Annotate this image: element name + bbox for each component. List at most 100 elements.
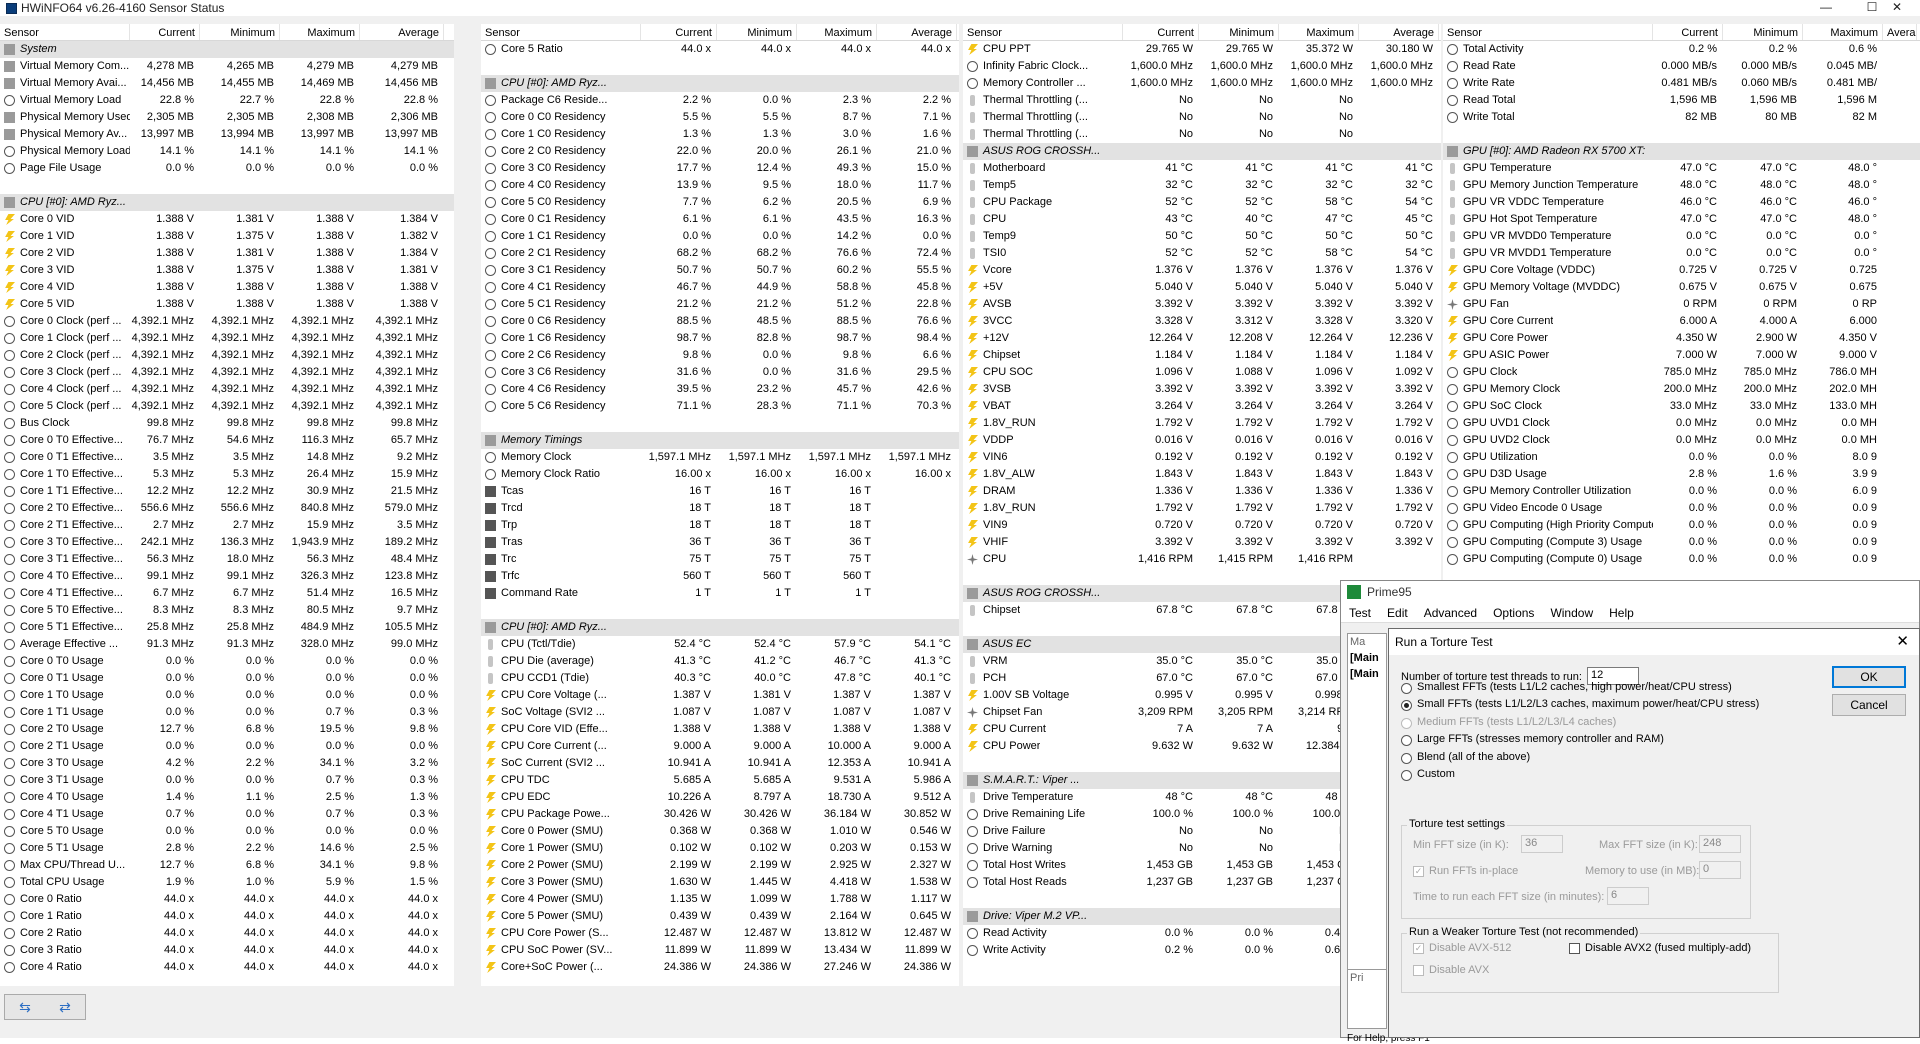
sensor-row[interactable]: Motherboard 41 °C 41 °C 41 °C 41 °C (963, 160, 1441, 177)
avx512-checkbox[interactable]: ✓ (1413, 943, 1424, 954)
sensor-row[interactable]: Core 4 T0 Effective... 99.1 MHz 99.1 MHz 32… (0, 568, 454, 585)
column-header-maximum[interactable]: Maximum (280, 24, 360, 40)
sensor-group-header[interactable]: ASUS ROG CROSSH... (963, 143, 1441, 160)
column-header-average[interactable]: Average (1883, 24, 1917, 40)
sensor-row[interactable]: Core 0 Ratio 44.0 x 44.0 x 44.0 x 44.0 x (0, 891, 454, 908)
inplace-checkbox[interactable]: ✓ (1413, 866, 1424, 877)
sensor-row[interactable]: Core 3 T0 Usage 4.2 % 2.2 % 34.1 % 3.2 % (0, 755, 454, 772)
sensor-row[interactable]: Trcd 18 T 18 T 18 T (481, 500, 959, 517)
worker-window-main[interactable]: Ma [Main [Main (1347, 633, 1387, 1023)
fft-option-label[interactable]: Medium FFTs (tests L1/L2/L3/L4 caches) (1417, 716, 1616, 728)
sensor-row[interactable]: Virtual Memory Avai... 14,456 MB 14,455 MB… (0, 75, 454, 92)
sensor-row[interactable]: Core 5 VID 1.388 V 1.388 V 1.388 V 1.388 V (0, 296, 454, 313)
sensor-row[interactable]: GPU Hot Spot Temperature 47.0 °C 47.0 °C 48… (1443, 211, 1920, 228)
sensor-row[interactable]: AVSB 3.392 V 3.392 V 3.392 V 3.392 V (963, 296, 1441, 313)
fft-option-label[interactable]: Smallest FFTs (tests L1/L2 caches, high … (1417, 681, 1732, 693)
sensor-row[interactable]: Core 0 C0 Residency 5.5 % 5.5 % 8.7 % 7.1 % (481, 109, 959, 126)
sensor-row[interactable]: Core 3 Power (SMU) 1.630 W 1.445 W 4.418 W 1… (481, 874, 959, 891)
ok-button[interactable]: OK (1832, 666, 1906, 688)
sensor-row[interactable]: Core 1 C6 Residency 98.7 % 82.8 % 98.7 % 98.… (481, 330, 959, 347)
column-header-current[interactable]: Current (130, 24, 200, 40)
sensor-row[interactable]: Core 2 Ratio 44.0 x 44.0 x 44.0 x 44.0 x (0, 925, 454, 942)
sensor-row[interactable]: Core 3 Clock (perf ... 4,392.1 MHz 4,392.1… (0, 364, 454, 381)
sensor-row[interactable]: VBAT 3.264 V 3.264 V 3.264 V 3.264 V (963, 398, 1441, 415)
menu-window[interactable]: Window (1542, 606, 1601, 620)
sensor-row[interactable]: Core 3 C6 Residency 31.6 % 0.0 % 31.6 % 29.5… (481, 364, 959, 381)
sensor-row[interactable]: Core 2 T1 Effective... 2.7 MHz 2.7 MHz 15.9… (0, 517, 454, 534)
sensor-row[interactable]: Core 1 C0 Residency 1.3 % 1.3 % 3.0 % 1.6 % (481, 126, 959, 143)
column-header-average[interactable]: Average (360, 24, 444, 40)
sensor-row[interactable]: Core 4 T1 Effective... 6.7 MHz 6.7 MHz 51.4… (0, 585, 454, 602)
sensor-row[interactable]: Core 2 T1 Usage 0.0 % 0.0 % 0.0 % 0.0 % (0, 738, 454, 755)
dialog-close-icon[interactable]: ✕ (1896, 632, 1909, 650)
sensor-row[interactable]: GPU Computing (Compute 0) Usage 0.0 % 0.0 … (1443, 551, 1920, 568)
nav-buttons[interactable]: ⇆ ⇄ (4, 994, 86, 1020)
column-header-minimum[interactable]: Minimum (1199, 24, 1279, 40)
sensor-row[interactable]: CPU Package 52 °C 52 °C 58 °C 54 °C (963, 194, 1441, 211)
close-button[interactable]: ✕ (1874, 0, 1920, 16)
menu-options[interactable]: Options (1485, 606, 1542, 620)
sensor-row[interactable]: GPU VR VDDC Temperature 46.0 °C 46.0 °C 46.… (1443, 194, 1920, 211)
sensor-row[interactable]: Write Rate 0.481 MB/s 0.060 MB/s 0.481 MB/ (1443, 75, 1920, 92)
column-header-sensor[interactable]: Sensor (481, 24, 641, 40)
max-fft-input[interactable]: 248 (1699, 835, 1741, 853)
sensor-row[interactable]: +5V 5.040 V 5.040 V 5.040 V 5.040 V (963, 279, 1441, 296)
column-header-minimum[interactable]: Minimum (717, 24, 797, 40)
sensor-row[interactable]: Trc 75 T 75 T 75 T (481, 551, 959, 568)
column-header-average[interactable]: Average (1359, 24, 1439, 40)
sensor-row[interactable]: Core 5 Clock (perf ... 4,392.1 MHz 4,392.1… (0, 398, 454, 415)
sensor-row[interactable]: Core 4 C1 Residency 46.7 % 44.9 % 58.8 % 45.… (481, 279, 959, 296)
sensor-row[interactable]: Core 3 C1 Residency 50.7 % 50.7 % 60.2 % 55.… (481, 262, 959, 279)
sensor-row[interactable]: Core 0 T1 Usage 0.0 % 0.0 % 0.0 % 0.0 % (0, 670, 454, 687)
sensor-row[interactable]: VHIF 3.392 V 3.392 V 3.392 V 3.392 V (963, 534, 1441, 551)
sensor-row[interactable]: Physical Memory Av... 13,997 MB 13,994 MB 1… (0, 126, 454, 143)
sensor-row[interactable]: GPU SoC Clock 33.0 MHz 33.0 MHz 133.0 MH (1443, 398, 1920, 415)
sensor-row[interactable]: Core 4 T1 Usage 0.7 % 0.0 % 0.7 % 0.3 % (0, 806, 454, 823)
sensor-row[interactable]: Virtual Memory Load 22.8 % 22.7 % 22.8 % 22.… (0, 92, 454, 109)
sensor-row[interactable]: GPU ASIC Power 7.000 W 7.000 W 9.000 V (1443, 347, 1920, 364)
column-header-sensor[interactable]: Sensor (0, 24, 130, 40)
sensor-row[interactable]: Core 5 T0 Effective... 8.3 MHz 8.3 MHz 80.5… (0, 602, 454, 619)
sensor-row[interactable]: CPU (Tctl/Tdie) 52.4 °C 52.4 °C 57.9 °C 54.1… (481, 636, 959, 653)
sensor-row[interactable]: VIN9 0.720 V 0.720 V 0.720 V 0.720 V (963, 517, 1441, 534)
sensor-row[interactable]: Total CPU Usage 1.9 % 1.0 % 5.9 % 1.5 % (0, 874, 454, 891)
sensor-row[interactable]: GPU Utilization 0.0 % 0.0 % 8.0 9 (1443, 449, 1920, 466)
sensor-row[interactable]: Physical Memory Load 14.1 % 14.1 % 14.1 % 14… (0, 143, 454, 160)
fft-option-label[interactable]: Small FFTs (tests L1/L2/L3 caches, maxim… (1417, 698, 1759, 710)
sensor-row[interactable]: Core 1 Power (SMU) 0.102 W 0.102 W 0.203 W 0… (481, 840, 959, 857)
sensor-row[interactable]: Page File Usage 0.0 % 0.0 % 0.0 % 0.0 % (0, 160, 454, 177)
sensor-row[interactable]: Core 2 T0 Effective... 556.6 MHz 556.6 MHz… (0, 500, 454, 517)
sensor-row[interactable]: Core 0 VID 1.388 V 1.381 V 1.388 V 1.384 V (0, 211, 454, 228)
sensor-group-header[interactable]: CPU [#0]: AMD Ryz... (481, 75, 959, 92)
sensor-row[interactable]: Max CPU/Thread U... 12.7 % 6.8 % 34.1 % 9.8 … (0, 857, 454, 874)
sensor-row[interactable]: Core 5 C1 Residency 21.2 % 21.2 % 51.2 % 22.… (481, 296, 959, 313)
sensor-row[interactable]: Core 5 T1 Usage 2.8 % 2.2 % 14.6 % 2.5 % (0, 840, 454, 857)
sensor-panel-2[interactable]: Sensor Current Minimum Maximum Average Core 5… (481, 24, 959, 986)
time-input[interactable]: 6 (1607, 887, 1649, 905)
sensor-row[interactable]: Write Total 82 MB 80 MB 82 M (1443, 109, 1920, 126)
sensor-row[interactable]: CPU 43 °C 40 °C 47 °C 45 °C (963, 211, 1441, 228)
sensor-row[interactable]: GPU Video Encode 0 Usage 0.0 % 0.0 % 0.0 9 (1443, 500, 1920, 517)
sensor-row[interactable]: Core 0 C6 Residency 88.5 % 48.5 % 88.5 % 76.… (481, 313, 959, 330)
sensor-row[interactable]: Memory Controller ... 1,600.0 MHz 1,600.0 … (963, 75, 1441, 92)
sensor-row[interactable]: Thermal Throttling (... No No No (963, 92, 1441, 109)
sensor-row[interactable]: Core 2 C1 Residency 68.2 % 68.2 % 76.6 % 72.… (481, 245, 959, 262)
worker-window-2[interactable]: Pri (1347, 969, 1387, 1029)
sensor-row[interactable]: Trfc 560 T 560 T 560 T (481, 568, 959, 585)
menu-edit[interactable]: Edit (1379, 606, 1416, 620)
sensor-row[interactable]: Core 4 C6 Residency 39.5 % 23.2 % 45.7 % 42.… (481, 381, 959, 398)
sensor-row[interactable]: Core 2 Clock (perf ... 4,392.1 MHz 4,392.1… (0, 347, 454, 364)
column-header-current[interactable]: Current (1123, 24, 1199, 40)
sensor-row[interactable]: Core 5 Power (SMU) 0.439 W 0.439 W 2.164 W 0… (481, 908, 959, 925)
sensor-row[interactable]: Core 0 T0 Usage 0.0 % 0.0 % 0.0 % 0.0 % (0, 653, 454, 670)
cancel-button[interactable]: Cancel (1832, 694, 1906, 716)
sensor-row[interactable]: Bus Clock 99.8 MHz 99.8 MHz 99.8 MHz 99.8 MH… (0, 415, 454, 432)
sensor-row[interactable]: GPU Memory Junction Temperature 48.0 °C 48… (1443, 177, 1920, 194)
sensor-row[interactable]: CPU Core Power (S... 12.487 W 12.487 W 13.8… (481, 925, 959, 942)
sensor-row[interactable]: TSI0 52 °C 52 °C 58 °C 54 °C (963, 245, 1441, 262)
sensor-row[interactable]: Core 2 C0 Residency 22.0 % 20.0 % 26.1 % 21.… (481, 143, 959, 160)
sensor-row[interactable]: GPU UVD1 Clock 0.0 MHz 0.0 MHz 0.0 MH (1443, 415, 1920, 432)
sensor-row[interactable]: Core 0 T0 Effective... 76.7 MHz 54.6 MHz 11… (0, 432, 454, 449)
sensor-row[interactable]: CPU Core Current (... 9.000 A 9.000 A 10.00… (481, 738, 959, 755)
fft-option-radio[interactable] (1401, 700, 1412, 712)
